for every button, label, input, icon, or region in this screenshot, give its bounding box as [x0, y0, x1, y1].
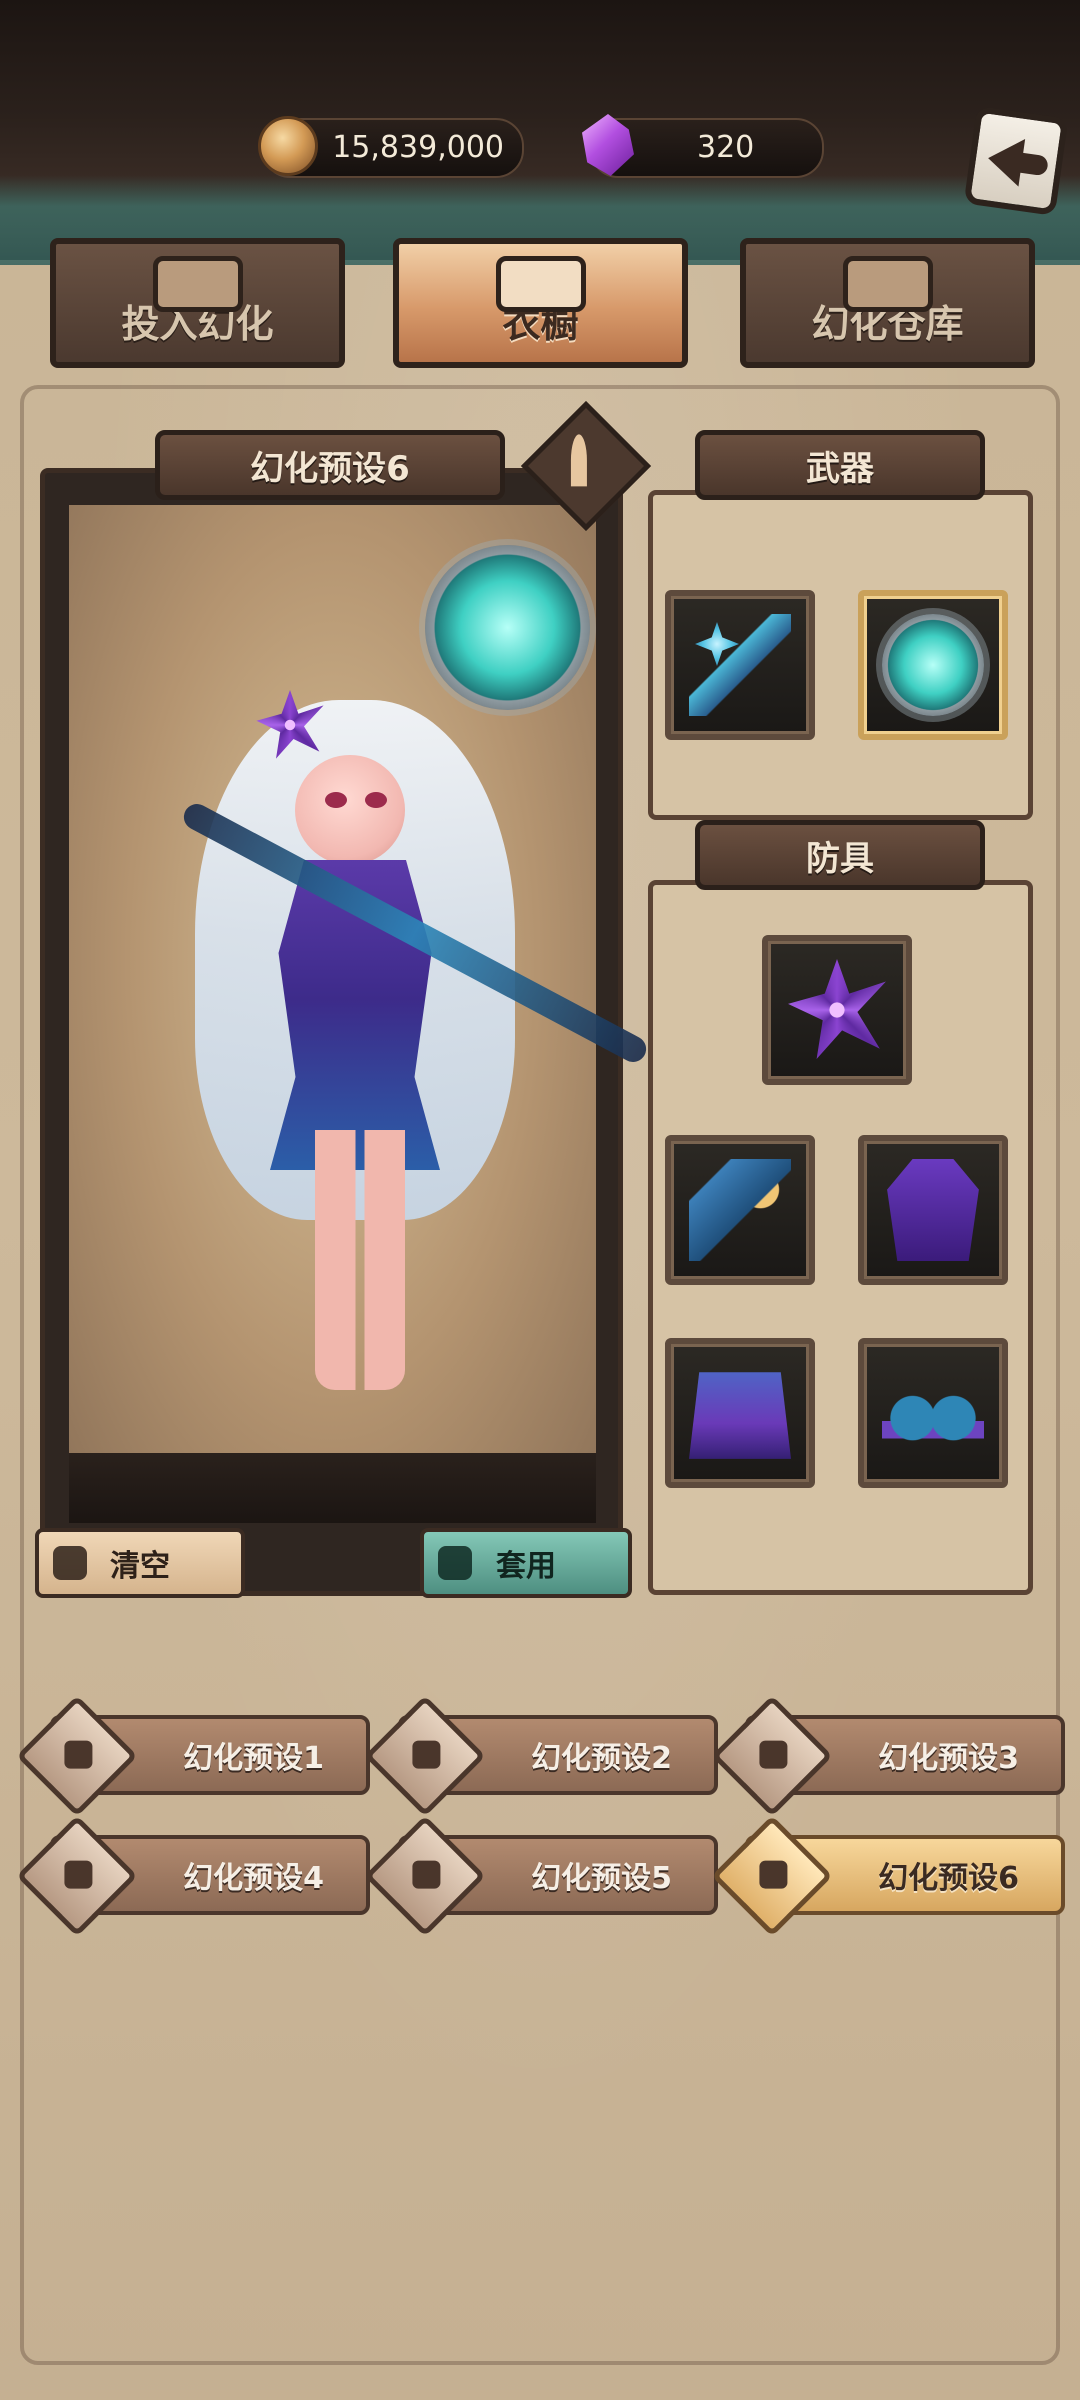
- preset-label: 幻化预设5: [531, 1861, 672, 1896]
- preset-button-3[interactable]: 幻化预设3: [711, 1695, 1065, 1817]
- weapon-slot-shield[interactable]: [858, 590, 1008, 740]
- apply-label: 套用: [496, 1549, 556, 1584]
- preview-pedestal: [69, 1453, 596, 1523]
- mask-icon: [152, 256, 243, 312]
- weapon-slot-staff[interactable]: [665, 590, 815, 740]
- clear-button[interactable]: 清空: [35, 1528, 245, 1598]
- warehouse-icon: [842, 256, 933, 312]
- floating-shield-icon: [425, 545, 590, 710]
- shield-icon: [882, 614, 984, 716]
- skirt-icon: [689, 1372, 791, 1459]
- gold-counter: 15,839,000: [258, 116, 524, 178]
- character-eye: [325, 792, 347, 808]
- top-banner: [0, 0, 1080, 265]
- bracer-icon: [689, 1159, 791, 1261]
- armor-slot-head[interactable]: [762, 935, 912, 1085]
- preset-label: 幻化预设6: [878, 1861, 1019, 1896]
- preset-label: 幻化预设3: [878, 1741, 1019, 1776]
- gold-value: 15,839,000: [332, 130, 504, 165]
- character-legs: [315, 1130, 405, 1390]
- preset-button-4[interactable]: 幻化预设4: [16, 1815, 370, 1937]
- character-face: [295, 755, 405, 865]
- anklets-icon: [882, 1362, 984, 1464]
- crown-icon: [438, 1546, 472, 1580]
- staff-icon: [689, 614, 791, 716]
- preset-label: 幻化预设2: [531, 1741, 672, 1776]
- preset-label: 幻化预设1: [183, 1741, 324, 1776]
- preset-label: 幻化预设4: [183, 1861, 324, 1896]
- preset-button-5[interactable]: 幻化预设5: [364, 1815, 718, 1937]
- gem-counter: 320: [582, 114, 824, 178]
- top-armor-icon: [887, 1159, 979, 1261]
- flower-ornament-icon: [788, 959, 886, 1059]
- preset-title: 幻化预设6: [155, 430, 505, 500]
- tab-transmog-warehouse[interactable]: 幻化仓库: [740, 238, 1035, 368]
- preset-button-2[interactable]: 幻化预设2: [364, 1695, 718, 1817]
- tab-wardrobe[interactable]: 衣橱: [393, 238, 688, 368]
- wardrobe-icon: [495, 256, 586, 312]
- armor-slot-anklets[interactable]: [858, 1338, 1008, 1488]
- apply-button[interactable]: 套用: [420, 1528, 632, 1598]
- back-button[interactable]: [963, 106, 1069, 216]
- tab-invest-transmog[interactable]: 投入幻化: [50, 238, 345, 368]
- clear-label: 清空: [110, 1549, 170, 1584]
- preset-button-1[interactable]: 幻化预设1: [16, 1695, 370, 1817]
- weapon-section-title: 武器: [695, 430, 985, 500]
- quill-icon: [570, 434, 587, 487]
- trash-icon: [53, 1546, 87, 1580]
- character-eye: [365, 792, 387, 808]
- armor-slot-skirt[interactable]: [665, 1338, 815, 1488]
- preset-button-6[interactable]: 幻化预设6: [711, 1815, 1065, 1937]
- coin-icon: [258, 116, 318, 176]
- armor-slot-bracer[interactable]: [665, 1135, 815, 1285]
- gem-value: 320: [697, 130, 755, 165]
- character-model: [175, 690, 651, 1420]
- armor-slot-top[interactable]: [858, 1135, 1008, 1285]
- armor-section-title: 防具: [695, 820, 985, 890]
